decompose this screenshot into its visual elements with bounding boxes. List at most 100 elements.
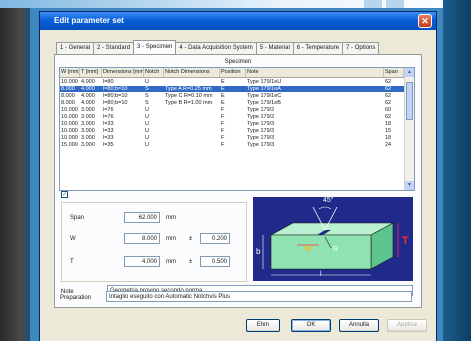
cell-span: 62 xyxy=(385,86,392,92)
background-right-panel xyxy=(443,0,471,341)
cell-notch: U xyxy=(145,135,149,141)
table-row[interactable]: 10.000 4.000 l=80 U E Type 179/1eU 62 xyxy=(60,79,404,85)
cell-t: 4.000 xyxy=(81,93,95,99)
cell-t: 3.000 xyxy=(81,107,95,113)
preparation-input[interactable]: Intaglio eseguito con Automatic Notchvis… xyxy=(106,291,412,302)
tab-specimen[interactable]: 3 - Specimen xyxy=(133,40,177,54)
cell-w: 10.000 xyxy=(61,121,78,127)
column-header-notch-dimensions[interactable]: Notch Dimensions xyxy=(164,68,220,77)
w-label: W xyxy=(70,236,76,242)
help-button[interactable]: Ehm xyxy=(246,319,280,332)
cell-t: 4.000 xyxy=(81,79,95,85)
table-row[interactable]: 8.000 4.000 l=80;b=10 S Type B R=1.00 mm E Typ… xyxy=(60,100,404,106)
cell-span: 62 xyxy=(385,100,392,106)
t-tolerance-sign: ± xyxy=(189,259,193,265)
cell-dimensions: l=33 xyxy=(103,135,114,141)
cell-t: 3.000 xyxy=(81,128,95,134)
cell-note: Type 179/2 xyxy=(247,114,275,120)
cell-w: 8.000 xyxy=(61,100,75,106)
cell-dimensions: l=76 xyxy=(103,107,114,113)
tab-options[interactable]: 7 - Options xyxy=(342,42,380,54)
cell-position: E xyxy=(221,79,225,85)
cell-notch: U xyxy=(145,114,149,120)
cell-notch: U xyxy=(145,121,149,127)
column-header-dimensions[interactable]: Dimensions [mm] xyxy=(102,68,144,77)
cell-w: 10.000 xyxy=(61,79,78,85)
cancel-button[interactable]: Annulla xyxy=(339,319,379,332)
table-row[interactable]: 15.000 3.000 l=35 U F Type 179/3 24 xyxy=(60,142,404,148)
span-unit: mm xyxy=(166,215,176,221)
cell-notch-dimensions: Type A R=0.25 mm xyxy=(165,86,212,92)
column-header-t[interactable]: T [mm] xyxy=(80,68,102,77)
cell-t: 3.000 xyxy=(81,114,95,120)
cell-note: Type 179/1eC xyxy=(247,93,282,99)
table-row[interactable]: 8.000 4.000 l=80;b=10 S Type A R=0.25 mm E Typ… xyxy=(60,86,404,92)
cell-position: F xyxy=(221,135,225,141)
table-row[interactable]: 10.000 3.000 l=33 U F Type 179/3 15 xyxy=(60,128,404,134)
specimen-tab-panel: Specimen W [mm] T [mm] Dimensions [mm] N… xyxy=(54,54,422,308)
tab-material[interactable]: 5 - Material xyxy=(255,42,294,54)
cell-position: E xyxy=(221,100,225,106)
table-vertical-scrollbar[interactable]: ▲ ▼ xyxy=(404,68,414,190)
cell-t: 4.000 xyxy=(81,100,95,106)
t-unit: mm xyxy=(166,259,176,265)
cell-position: E xyxy=(221,93,225,99)
table-row[interactable]: 10.000 3.000 l=76 U F Type 179/2 60 xyxy=(60,107,404,113)
w-unit: mm xyxy=(166,236,176,242)
cell-t: 4.000 xyxy=(81,86,95,92)
table-row[interactable]: 10.000 3.000 l=33 U F Type 179/3 18 xyxy=(60,121,404,127)
table-row[interactable]: 10.000 3.000 l=33 U F Type 179/3 18 xyxy=(60,135,404,141)
specimen-diagram: 45° b W R T l xyxy=(253,197,413,281)
span-input[interactable]: 62.000 xyxy=(124,212,160,223)
t-input[interactable]: 4.000 xyxy=(124,256,160,267)
edit-parameter-set-dialog: Edit parameter set ✕ 1 - General 2 - Sta… xyxy=(40,12,436,341)
scrollbar-thumb[interactable] xyxy=(406,82,413,120)
specimen-checkbox[interactable]: ✓ xyxy=(61,191,68,198)
cell-w: 10.000 xyxy=(61,114,78,120)
specimen-group-title: Specimen xyxy=(224,59,252,65)
cell-w: 10.000 xyxy=(61,135,78,141)
diagram-l-label: l xyxy=(320,271,322,278)
specimen-form: Span 62.000 mm W 8.000 mm ± 0.200 T 4.00… xyxy=(61,202,247,282)
ok-button[interactable]: OK xyxy=(291,319,331,332)
column-header-position[interactable]: Position xyxy=(220,68,246,77)
table-row[interactable]: 8.000 4.000 l=80;b=10 S Type C R=0.10 mm E Typ… xyxy=(60,93,404,99)
span-label: Span xyxy=(70,215,85,221)
w-input[interactable]: 8.000 xyxy=(124,233,160,244)
column-header-notch[interactable]: Notch xyxy=(144,68,164,77)
cell-span: 62 xyxy=(385,93,392,99)
cell-note: Type 179/2 xyxy=(247,107,275,113)
cell-notch: S xyxy=(145,100,149,106)
t-tolerance-input[interactable]: 0.500 xyxy=(200,256,230,267)
w-tolerance-sign: ± xyxy=(189,236,193,242)
dialog-titlebar[interactable]: Edit parameter set ✕ xyxy=(40,12,436,30)
tab-temperature[interactable]: 6 - Temperature xyxy=(292,42,344,54)
cell-note: Type 179/3 xyxy=(247,128,275,134)
cell-t: 3.000 xyxy=(81,121,95,127)
close-button[interactable]: ✕ xyxy=(418,14,432,28)
table-row[interactable]: 10.000 3.000 l=76 U F Type 179/2 62 xyxy=(60,114,404,120)
w-tolerance-input[interactable]: 0.200 xyxy=(200,233,230,244)
column-header-w[interactable]: W [mm] xyxy=(60,68,80,77)
t-label: T xyxy=(70,259,74,265)
tab-data-acquisition-system[interactable]: 4 - Data Acquisition System xyxy=(175,42,257,54)
diagram-t-label: T xyxy=(402,235,409,247)
apply-button[interactable]: Applica xyxy=(387,319,427,332)
cell-t: 3.000 xyxy=(81,135,95,141)
background-square xyxy=(364,0,382,8)
column-header-note[interactable]: Note xyxy=(246,68,384,77)
cell-position: F xyxy=(221,128,225,134)
cell-position: F xyxy=(221,142,225,148)
scroll-down-arrow-icon[interactable]: ▼ xyxy=(405,181,414,190)
tab-standard[interactable]: 2 - Standard xyxy=(93,42,135,54)
scroll-up-arrow-icon[interactable]: ▲ xyxy=(405,68,414,77)
cell-notch-dimensions: Type B R=1.00 mm xyxy=(165,100,213,106)
tab-general[interactable]: 1 - General xyxy=(56,42,95,54)
cell-note: Type 179/1eU xyxy=(247,79,282,85)
cell-w: 15.000 xyxy=(61,142,78,148)
column-header-span[interactable]: Span xyxy=(384,68,404,77)
cell-dimensions: l=35 xyxy=(103,142,114,148)
cell-dimensions: l=33 xyxy=(103,128,114,134)
table-header-row: W [mm] T [mm] Dimensions [mm] Notch Notc… xyxy=(60,68,404,78)
cell-w: 8.000 xyxy=(61,86,75,92)
